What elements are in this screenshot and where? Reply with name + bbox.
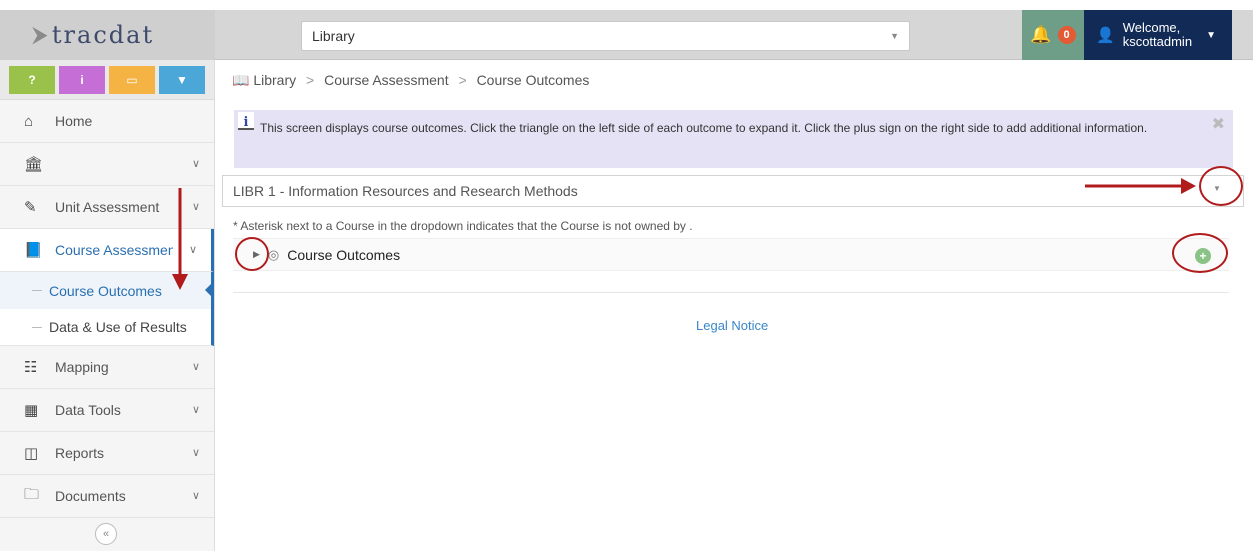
app-window: ⮞ tracdat Library ▼ 🔔 0 👤 Welcome, kscot… [0,0,1253,551]
annotation-arrows [172,178,1196,290]
